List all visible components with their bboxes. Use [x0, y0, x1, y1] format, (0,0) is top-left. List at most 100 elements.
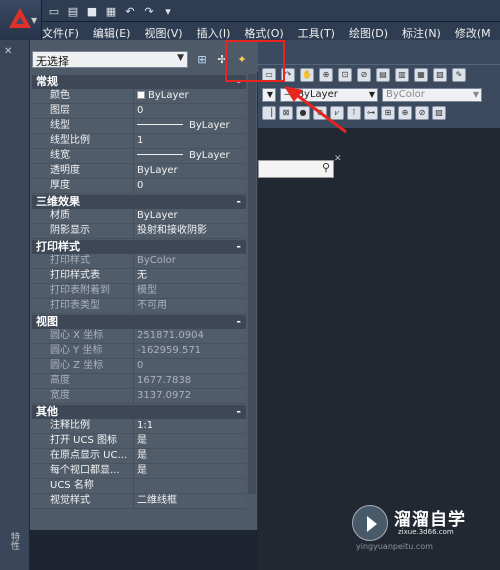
close-icon[interactable]: ✕ — [4, 46, 12, 57]
new-icon[interactable]: ▭ — [46, 3, 62, 19]
section-header[interactable]: 打印样式 - — [32, 240, 246, 254]
property-value[interactable]: 1:1 — [134, 419, 246, 433]
properties-icon[interactable]: ▤ — [376, 68, 390, 82]
zoom-icon[interactable]: ⊕ — [319, 68, 333, 82]
menu-insert[interactable]: 插入(I) — [197, 22, 231, 40]
property-value[interactable]: 投射和接收阴影 — [134, 224, 246, 238]
section-header[interactable]: 三维效果 - — [32, 195, 246, 209]
undo-icon[interactable]: ↶ — [122, 3, 138, 19]
property-row[interactable]: 圆心 Z 坐标 0 — [32, 359, 246, 374]
dim-aligned-icon[interactable]: ⊠ — [279, 106, 293, 120]
menu-dimension[interactable]: 标注(N) — [402, 22, 441, 40]
property-row[interactable]: 在原点显示 UC... 是 — [32, 449, 246, 464]
menu-file[interactable]: 文件(F) — [42, 22, 79, 40]
property-row[interactable]: 线型比例 1 — [32, 134, 246, 149]
palette-title-strip[interactable]: ✕ 特性 — [0, 40, 30, 570]
print-icon[interactable]: ▦ — [103, 3, 119, 19]
property-row[interactable]: 线宽 ByLayer — [32, 149, 246, 164]
property-row[interactable]: 打印样式表无 — [32, 269, 246, 284]
layer-dropdown-arrow[interactable]: ▼ — [262, 88, 276, 102]
dim-style-icon[interactable]: ▨ — [432, 106, 446, 120]
collapse-icon[interactable]: - — [236, 195, 241, 209]
property-value[interactable]: 3137.0972 — [134, 389, 246, 403]
property-value[interactable]: 是 — [134, 464, 246, 478]
menu-format[interactable]: 格式(O) — [244, 22, 283, 40]
section-header[interactable]: 视图 - — [32, 315, 246, 329]
property-value[interactable]: 无 — [134, 269, 246, 283]
menu-edit[interactable]: 编辑(E) — [93, 22, 131, 40]
pan-icon[interactable]: ✋ — [300, 68, 314, 82]
dropdown-icon[interactable]: ▾ — [160, 3, 176, 19]
property-row[interactable]: 视觉样式 二维线框 — [32, 494, 246, 509]
dim-center-icon[interactable]: ⊕ — [398, 106, 412, 120]
dim-edit-icon[interactable]: ⊘ — [415, 106, 429, 120]
close-icon[interactable]: ✕ — [334, 154, 342, 164]
property-value[interactable]: 是 — [134, 449, 246, 463]
menu-view[interactable]: 视图(V) — [144, 22, 182, 40]
property-value[interactable]: 1677.7838 — [134, 374, 246, 388]
plotstyle-dropdown[interactable]: ByColor ▼ — [382, 88, 482, 102]
section-header[interactable]: 其他 - — [32, 405, 246, 419]
menu-tools[interactable]: 工具(T) — [298, 22, 335, 40]
property-row[interactable]: 每个视口都显... 是 — [32, 464, 246, 479]
property-value[interactable]: ByLayer — [134, 89, 246, 103]
dim-linear-icon[interactable]: ▕ — [262, 106, 276, 120]
property-value[interactable]: 是 — [134, 434, 246, 448]
save-icon[interactable]: ■ — [84, 3, 100, 19]
selection-dropdown[interactable]: 无选择 ▼ — [32, 51, 188, 68]
property-value[interactable]: 1 — [134, 134, 246, 148]
tool-palette-icon[interactable]: ▦ — [414, 68, 428, 82]
property-row[interactable]: 线型 ByLayer — [32, 119, 246, 134]
property-value[interactable]: 二维线框 — [134, 494, 246, 508]
menu-draw[interactable]: 绘图(D) — [349, 22, 388, 40]
property-row[interactable]: 高度 1677.7838 — [32, 374, 246, 389]
property-value[interactable]: 0 — [134, 359, 246, 373]
property-value[interactable]: ByLayer — [134, 164, 246, 178]
property-row[interactable]: 材质 ByLayer — [32, 209, 246, 224]
drawing-canvas[interactable] — [258, 122, 500, 570]
linetype-dropdown[interactable]: — ByLayer ▼ — [280, 88, 378, 102]
property-value[interactable]: 0 — [134, 179, 246, 193]
application-menu-button[interactable]: ▼ — [0, 0, 42, 40]
property-row[interactable]: 透明度 ByLayer — [32, 164, 246, 179]
property-row[interactable]: 圆心 X 坐标 251871.0904 — [32, 329, 246, 344]
sheet-set-icon[interactable]: ▧ — [433, 68, 447, 82]
search-input[interactable]: ⚲ — [258, 160, 334, 178]
property-row[interactable]: 打印表附着到 模型 — [32, 284, 246, 299]
zoom-window-icon[interactable]: ⊡ — [338, 68, 352, 82]
menu-modify[interactable]: 修改(M — [455, 22, 491, 40]
property-value[interactable]: 不可用 — [134, 299, 246, 313]
design-center-icon[interactable]: ▥ — [395, 68, 409, 82]
toggle-pickadd-icon[interactable]: ⊞ — [194, 52, 210, 68]
property-row[interactable]: 注释比例 1:1 — [32, 419, 246, 434]
property-row[interactable]: 图层 0 — [32, 104, 246, 119]
open-icon[interactable]: ▤ — [65, 3, 81, 19]
property-value[interactable]: ByColor — [134, 254, 246, 268]
collapse-icon[interactable]: - — [236, 405, 241, 419]
zoom-previous-icon[interactable]: ⊘ — [357, 68, 371, 82]
property-row[interactable]: 打印表类型 不可用 — [32, 299, 246, 314]
property-row[interactable]: 颜色 ByLayer — [32, 89, 246, 104]
dim-radius-icon[interactable]: ⊕ — [313, 106, 327, 120]
property-value[interactable]: 251871.0904 — [134, 329, 246, 343]
collapse-icon[interactable]: - — [236, 240, 241, 254]
property-row[interactable]: 打印样式 ByColor — [32, 254, 246, 269]
property-value[interactable]: ByLayer — [134, 149, 246, 163]
dim-baseline-icon[interactable]: ⊺ — [347, 106, 361, 120]
property-row[interactable]: 宽度 3137.0972 — [32, 389, 246, 404]
property-row[interactable]: 圆心 Y 坐标 -162959.571 — [32, 344, 246, 359]
property-value[interactable] — [134, 479, 246, 493]
property-value[interactable]: 模型 — [134, 284, 246, 298]
property-value[interactable]: ByLayer — [134, 119, 246, 133]
property-value[interactable]: ByLayer — [134, 209, 246, 223]
redo-icon[interactable]: ↷ — [141, 3, 157, 19]
collapse-icon[interactable]: - — [236, 315, 241, 329]
property-row[interactable]: 厚度 0 — [32, 179, 246, 194]
dim-angular-icon[interactable]: ⩗ — [330, 106, 344, 120]
dim-continue-icon[interactable]: ⊶ — [364, 106, 378, 120]
scrollbar[interactable] — [248, 74, 256, 494]
markup-icon[interactable]: ✎ — [452, 68, 466, 82]
property-row[interactable]: 打开 UCS 图标是 — [32, 434, 246, 449]
property-row[interactable]: UCS 名称 — [32, 479, 246, 494]
dim-tolerance-icon[interactable]: ⊞ — [381, 106, 395, 120]
